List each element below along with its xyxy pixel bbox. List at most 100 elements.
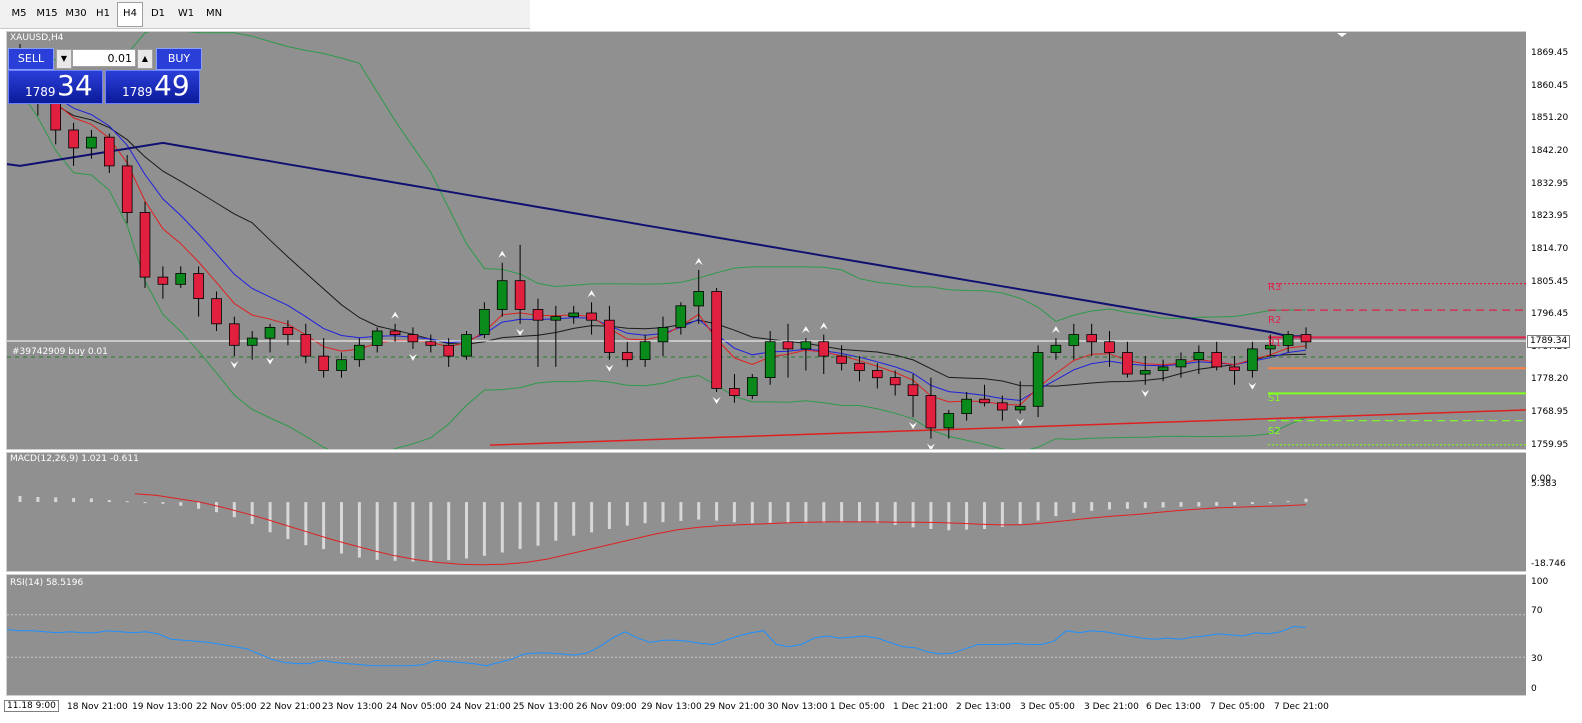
candle-body (318, 355, 329, 371)
candle-body (693, 291, 704, 307)
fractal-down-icon (926, 443, 935, 449)
macd-histogram-bar (697, 502, 701, 520)
macd-histogram-bar (179, 502, 183, 506)
macd-histogram-bar (1179, 502, 1183, 507)
time-axis-label: 2 Dec 13:00 (956, 702, 1011, 712)
candle-body (246, 337, 258, 346)
macd-histogram-bar (1197, 502, 1201, 507)
fractal-down-icon (712, 396, 721, 404)
macd-histogram-bar (1143, 502, 1147, 509)
pivot-r1-label: R1 (1268, 338, 1282, 349)
macd-histogram-bar (590, 502, 594, 533)
macd-histogram-bar (768, 502, 772, 523)
candle-body (139, 212, 151, 278)
macd-histogram-bar (786, 502, 790, 524)
macd-histogram-bar (465, 502, 468, 559)
time-axis-label: 24 Nov 05:00 (386, 702, 447, 712)
fractal-up-icon (587, 290, 596, 298)
macd-histogram-bar (536, 502, 540, 546)
time-axis-label: 29 Nov 13:00 (641, 702, 702, 712)
candle-body (282, 326, 294, 335)
price-label: 1768.95 (1531, 407, 1569, 417)
price-label: 1851.20 (1531, 113, 1569, 123)
time-axis-label: 19 Nov 13:00 (132, 702, 193, 712)
symbol-title: XAUUSD,H4 (10, 33, 64, 43)
fractal-up-icon (391, 311, 400, 319)
macd-histogram-bar (518, 502, 522, 550)
macd-histogram-bar (965, 502, 969, 530)
candle-body (228, 323, 240, 346)
macd-histogram-bar (286, 502, 290, 539)
candle-body (764, 341, 776, 379)
time-axis-label: 29 Nov 21:00 (704, 702, 765, 712)
time-axis-label: 3 Dec 21:00 (1084, 702, 1139, 712)
macd-histogram-bar (911, 502, 915, 528)
price-label: 1842.20 (1531, 146, 1569, 156)
buy-price-prefix: 1789 (122, 85, 153, 99)
candle-body (68, 129, 79, 149)
price-label: 1805.45 (1531, 277, 1569, 287)
candle-body (622, 352, 633, 361)
candle-body (389, 330, 401, 335)
candle-body (121, 165, 133, 213)
fractal-up-icon (694, 257, 703, 265)
time-axis-label: 18 Nov 21:00 (67, 702, 128, 712)
price-label: 1759.95 (1531, 440, 1569, 450)
macd-histogram-bar (1072, 502, 1076, 513)
macd-histogram-bar (125, 501, 129, 503)
candle-body (550, 316, 562, 321)
buy-button[interactable]: BUY (156, 48, 202, 70)
fractal-up-icon (498, 250, 507, 258)
macd-label: MACD(12,26,9) 1.021 -0.611 (10, 454, 139, 464)
candle-body (1122, 352, 1133, 375)
fractal-down-icon (1248, 382, 1257, 390)
candle-body (1050, 344, 1062, 353)
candle-body (872, 370, 883, 379)
candle-body (1300, 334, 1312, 343)
candle-body (353, 344, 365, 361)
lot-size-input[interactable] (72, 49, 136, 67)
sell-price-prefix: 1789 (25, 85, 56, 99)
price-label: 1832.95 (1531, 179, 1569, 189)
candle-body (175, 273, 187, 285)
candle-body (943, 413, 955, 429)
macd-histogram-bar (89, 498, 93, 503)
macd-histogram-bar (215, 502, 218, 513)
sell-quote-button[interactable]: 1789 34 (8, 69, 103, 104)
ma-navy-line (7, 141, 1307, 338)
macd-histogram-bar (18, 496, 22, 502)
candle-body (1014, 405, 1026, 411)
pivot-s2-label: S2 (1268, 426, 1281, 437)
pivot-s1-label: S1 (1268, 393, 1281, 404)
macd-histogram-bar (340, 502, 343, 554)
macd-histogram-bar (715, 502, 719, 521)
macd-histogram-bar (36, 497, 40, 502)
candle-body (604, 319, 615, 353)
chart-canvas (6, 32, 1527, 667)
candle-body (443, 344, 454, 357)
candle-body (1175, 359, 1187, 368)
lot-decrease-icon[interactable]: ▼ (56, 49, 72, 69)
fractal-down-icon (909, 422, 918, 430)
macd-histogram-bar (393, 502, 397, 561)
price-label: 1860.45 (1531, 81, 1569, 91)
pivot-r3-label: R3 (1268, 282, 1282, 293)
candle-body (514, 280, 526, 310)
bollinger-upper-line (19, 32, 1307, 322)
time-axis-label: 24 Nov 21:00 (450, 702, 511, 712)
fractal-up-icon (819, 322, 828, 330)
candle-body (157, 276, 169, 285)
candle-body (675, 305, 687, 328)
candle-body (711, 291, 722, 389)
candle-body (1104, 341, 1115, 353)
macd-histogram-bar (54, 497, 58, 503)
sell-button[interactable]: SELL (8, 48, 54, 70)
fractal-down-icon (605, 364, 614, 372)
rsi-axis-label: 30 (1531, 654, 1543, 664)
lot-increase-icon[interactable]: ▲ (137, 49, 153, 69)
candle-body (747, 377, 758, 396)
chart-shift-icon (1337, 33, 1347, 37)
buy-quote-button[interactable]: 1789 49 (105, 69, 200, 104)
price-label: 1869.45 (1531, 48, 1569, 58)
macd-histogram-bar (679, 502, 683, 521)
